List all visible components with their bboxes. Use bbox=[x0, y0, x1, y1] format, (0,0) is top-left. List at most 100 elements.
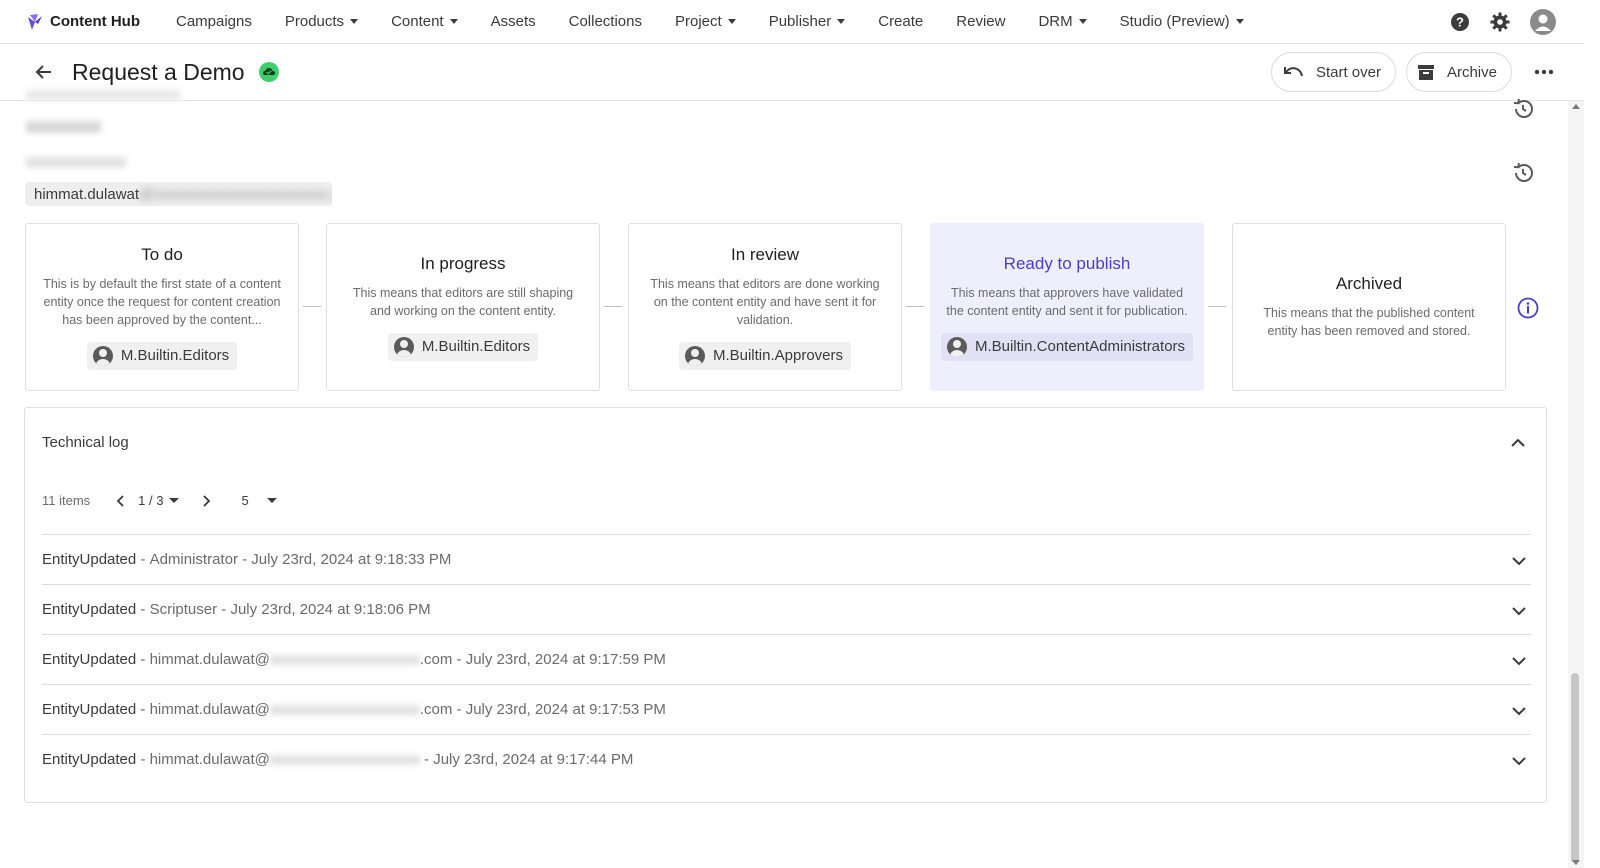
start-over-button[interactable]: Start over bbox=[1270, 52, 1396, 92]
role-name: M.Builtin.Approvers bbox=[712, 347, 844, 364]
state-title: Archived bbox=[1335, 274, 1403, 293]
log-user: himmat.dulawat@ bbox=[149, 651, 270, 668]
separator: - bbox=[217, 601, 231, 618]
user-avatar-icon[interactable] bbox=[1530, 9, 1556, 35]
separator: - bbox=[136, 651, 150, 668]
nav-item-project[interactable]: Project bbox=[675, 13, 736, 30]
state-title: To do bbox=[141, 244, 183, 264]
prev-page-icon[interactable] bbox=[116, 494, 126, 508]
redacted-email-domain: xxxxxxxxxxxxxxxxxxxx bbox=[269, 651, 420, 668]
user-group-icon bbox=[92, 345, 113, 366]
workflow-state-in-progress[interactable]: In progress This means that editors are s… bbox=[326, 223, 600, 391]
separator: - bbox=[452, 651, 466, 668]
redacted-email-domain: xxxxxxxxxxxxxxxxxxxx bbox=[269, 751, 420, 768]
nav-item-label: Create bbox=[878, 13, 924, 30]
nav-item-assets[interactable]: Assets bbox=[491, 13, 536, 30]
log-entry-row[interactable]: EntityUpdated - himmat.dulawat@ xxxxxxxxx… bbox=[42, 634, 1531, 684]
main-menu: Campaigns Products Content Assets Collection… bbox=[176, 13, 1277, 30]
chevron-down-icon bbox=[727, 19, 736, 24]
redacted-field-label bbox=[26, 90, 181, 100]
next-page-icon[interactable] bbox=[201, 494, 211, 508]
nav-item-label: Campaigns bbox=[175, 13, 252, 30]
nav-item-label: Review bbox=[956, 13, 1006, 30]
workflow-state-ready-to-publish[interactable]: Ready to publish This means that approver… bbox=[930, 223, 1204, 391]
log-user-suffix: .com bbox=[419, 651, 453, 668]
nav-item-label: DRM bbox=[1038, 13, 1073, 30]
more-options-icon[interactable] bbox=[1534, 69, 1554, 75]
log-entry-row[interactable]: EntityUpdated - himmat.dulawat@ xxxxxxxxx… bbox=[42, 684, 1531, 734]
state-title: In progress bbox=[420, 253, 506, 273]
submitted-by-email: himmat.dulawat bbox=[34, 185, 140, 203]
log-user: himmat.dulawat@ bbox=[149, 751, 270, 768]
chevron-down-icon bbox=[350, 19, 359, 24]
chevron-down-icon[interactable] bbox=[1511, 653, 1527, 670]
workflow-connector bbox=[1208, 306, 1226, 307]
user-group-icon bbox=[946, 336, 967, 357]
nav-item-campaigns[interactable]: Campaigns bbox=[176, 13, 252, 30]
scrollbar-thumb[interactable] bbox=[1571, 673, 1579, 863]
state-title: Ready to publish bbox=[1003, 253, 1131, 273]
state-description: This is by default the first state of a … bbox=[43, 276, 281, 327]
nav-item-publisher[interactable]: Publisher bbox=[769, 13, 846, 30]
workflow-state-to-do[interactable]: To do This is by default the first state … bbox=[25, 223, 299, 391]
chevron-down-icon[interactable] bbox=[1511, 553, 1527, 570]
log-user: Scriptuser bbox=[149, 601, 218, 618]
log-entry-row[interactable]: EntityUpdated - Administrator - July 23r… bbox=[42, 534, 1531, 584]
assigned-role-chip: M.Builtin.Editors bbox=[86, 341, 238, 370]
archive-icon bbox=[1417, 65, 1434, 80]
nav-item-collections[interactable]: Collections bbox=[569, 13, 642, 30]
scroll-up-icon[interactable] bbox=[1572, 104, 1580, 109]
log-entry-row[interactable]: EntityUpdated - Scriptuser - July 23rd, … bbox=[42, 584, 1531, 634]
history-icon[interactable] bbox=[1511, 161, 1535, 190]
nav-item-create[interactable]: Create bbox=[878, 13, 923, 30]
role-name: M.Builtin.Editors bbox=[421, 338, 531, 355]
log-entry-row[interactable]: EntityUpdated - himmat.dulawat@ xxxxxxxxx… bbox=[42, 734, 1531, 784]
nav-item-content[interactable]: Content bbox=[391, 13, 458, 30]
page-select[interactable]: 1 / 3 bbox=[138, 493, 180, 508]
nav-item-review[interactable]: Review bbox=[956, 13, 1005, 30]
back-arrow-icon[interactable] bbox=[34, 62, 54, 82]
history-icon[interactable] bbox=[1511, 97, 1535, 126]
log-timestamp: July 23rd, 2024 at 9:17:53 PM bbox=[465, 701, 666, 718]
log-timestamp: July 23rd, 2024 at 9:17:59 PM bbox=[465, 651, 666, 668]
workflow-state-in-review[interactable]: In review This means that editors are don… bbox=[628, 223, 902, 391]
log-pagination: 11 items 1 / 3 5 bbox=[42, 493, 277, 508]
undo-icon bbox=[1283, 67, 1303, 77]
nav-item-drm[interactable]: DRM bbox=[1038, 13, 1087, 30]
scroll-down-icon[interactable] bbox=[1572, 860, 1580, 865]
nav-item-studio-preview[interactable]: Studio (Preview) bbox=[1120, 13, 1244, 30]
app-brand[interactable]: Content Hub bbox=[24, 11, 140, 33]
chevron-down-icon bbox=[1235, 19, 1244, 24]
page-header: Request a Demo Start over Archive bbox=[0, 44, 1584, 101]
submitted-by-chip[interactable]: himmat.dulawat@xxxxxxxxxxxxxxxxxxxxxxx.c… bbox=[25, 182, 332, 206]
state-description: This means that editors are done working… bbox=[650, 276, 880, 327]
log-event-type: EntityUpdated bbox=[42, 751, 137, 768]
settings-icon[interactable] bbox=[1490, 12, 1510, 32]
help-icon[interactable]: ? bbox=[1450, 12, 1470, 32]
archive-button[interactable]: Archive bbox=[1405, 52, 1512, 92]
page-indicator: 1 / 3 bbox=[138, 493, 164, 508]
user-group-icon bbox=[684, 345, 705, 366]
chevron-up-icon[interactable] bbox=[1510, 435, 1526, 453]
state-title: In review bbox=[730, 244, 800, 264]
separator: - bbox=[419, 751, 434, 768]
top-nav: Content Hub Campaigns Products Content Asse… bbox=[0, 0, 1584, 44]
separator: - bbox=[136, 701, 150, 718]
state-description: This means that editors are still shapin… bbox=[352, 285, 574, 318]
chevron-down-icon[interactable] bbox=[1511, 703, 1527, 720]
workflow-state-archived[interactable]: Archived This means that the published co… bbox=[1232, 223, 1506, 391]
state-description: This means that the published content en… bbox=[1263, 306, 1475, 338]
page-scrollbar[interactable] bbox=[1568, 101, 1584, 868]
nav-item-products[interactable]: Products bbox=[285, 13, 359, 30]
chevron-down-icon[interactable] bbox=[1511, 603, 1527, 620]
nav-item-label: Content bbox=[391, 13, 444, 30]
page-title: Request a Demo bbox=[72, 58, 245, 85]
start-over-label: Start over bbox=[1315, 63, 1381, 81]
separator: - bbox=[136, 601, 150, 618]
item-count: 11 items bbox=[42, 493, 91, 508]
assigned-role-chip: M.Builtin.Approvers bbox=[678, 341, 852, 370]
chevron-down-icon[interactable] bbox=[1511, 753, 1527, 770]
page-size-select[interactable]: 5 bbox=[241, 493, 277, 508]
role-name: M.Builtin.Editors bbox=[120, 347, 230, 364]
info-icon[interactable] bbox=[1517, 297, 1539, 324]
